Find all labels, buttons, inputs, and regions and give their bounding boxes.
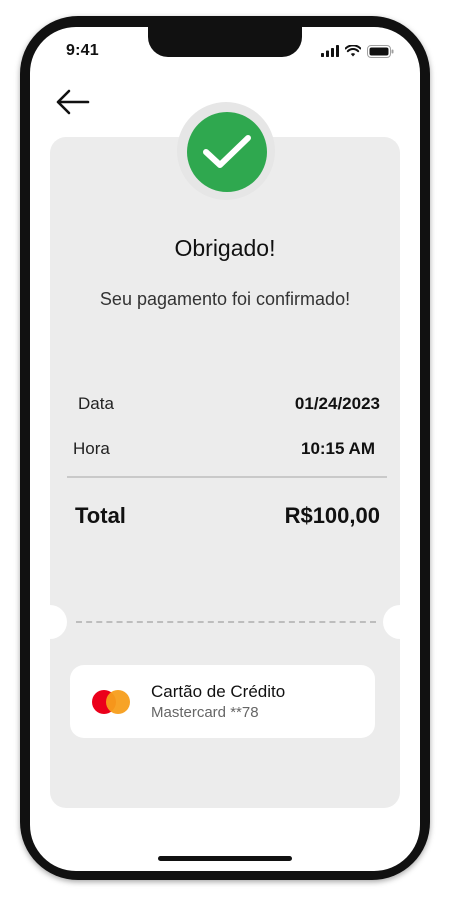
divider xyxy=(67,476,387,478)
signal-icon xyxy=(321,45,339,57)
payment-method-title: Cartão de Crédito xyxy=(151,682,286,701)
mastercard-orange-circle xyxy=(106,690,130,714)
date-value: 01/24/2023 xyxy=(294,394,380,413)
payment-method-card[interactable]: Cartão de Crédito Mastercard **78 xyxy=(70,665,375,738)
device-notch xyxy=(148,27,302,57)
status-icons xyxy=(321,44,394,58)
time-label: Hora xyxy=(73,439,110,458)
home-indicator xyxy=(158,856,292,861)
back-button[interactable] xyxy=(54,89,92,115)
checkmark-icon xyxy=(203,135,251,168)
status-time: 9:41 xyxy=(66,42,99,59)
battery-icon xyxy=(367,44,394,58)
confirmation-message: Seu pagamento foi confirmado! xyxy=(99,289,351,309)
page-title: Obrigado! xyxy=(174,235,276,261)
screen: 9:41 Obrigado! Seu pagamento foi confirm… xyxy=(30,27,420,871)
dashed-separator xyxy=(76,621,376,623)
total-label: Total xyxy=(75,503,126,528)
ticket-notch-right xyxy=(383,605,417,639)
ticket-notch-left xyxy=(33,605,67,639)
total-value: R$100,00 xyxy=(284,503,380,528)
payment-method-subtitle: Mastercard **78 xyxy=(151,704,259,721)
mastercard-icon xyxy=(92,690,130,714)
date-label: Data xyxy=(78,394,114,413)
time-value: 10:15 AM xyxy=(300,439,375,458)
success-badge xyxy=(187,112,267,192)
wifi-icon xyxy=(345,45,361,57)
arrow-left-icon xyxy=(56,89,90,115)
